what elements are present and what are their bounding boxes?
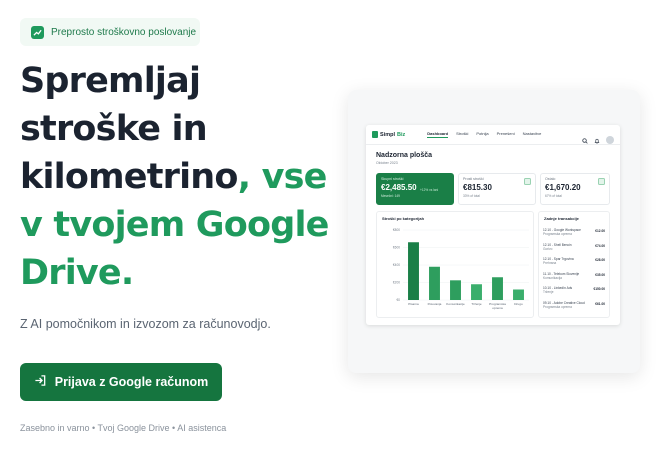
stat-card-total[interactable]: Skupni stroški €2,485.50 +12% vs lani Me…	[376, 173, 454, 205]
transaction-row[interactable]: 11.10 - Telekom Slovenije Komunikacija €35…	[543, 272, 605, 280]
y-tick-label: €600	[393, 246, 400, 250]
stat-change: +12% vs lani	[420, 188, 439, 192]
stat-card-free[interactable]: Prosti stroški €815.30 33% of total	[458, 173, 536, 205]
logo-text-accent: Biz	[396, 131, 406, 138]
stat-sub: Mesečni: 149	[381, 194, 400, 198]
stat-value: €2,485.50	[381, 183, 417, 192]
nav-item-dashboard[interactable]: Dashboard	[427, 131, 449, 138]
chart-bar[interactable]	[429, 266, 440, 300]
bell-icon[interactable]	[594, 131, 600, 149]
stat-sub: 67% of total	[545, 194, 562, 198]
hero-badge: Preprosto stroškovno poslovanje	[20, 18, 200, 46]
app-logo: Simpl Biz	[372, 131, 405, 138]
nav-item-potnija[interactable]: Potnija	[476, 131, 488, 138]
app-nav-icons	[582, 131, 614, 149]
x-tick-label: Drugo	[514, 302, 523, 306]
transaction-amount: €28.00	[595, 258, 605, 262]
stat-tag-icon	[524, 178, 531, 185]
transaction-row[interactable]: 09.10 - Adobe Creative Cloud Programska o…	[543, 301, 605, 309]
headline-line-3: kilometrino	[20, 157, 238, 197]
google-login-label: Prijava z Google računom	[54, 375, 209, 389]
badge-text: Preprosto stroškovno poslovanje	[51, 26, 197, 38]
headline-line-4: v tvojem Google	[20, 205, 329, 245]
chart-bar[interactable]	[450, 280, 461, 300]
stat-value: €815.30	[463, 183, 492, 192]
x-tick-label: Komunikacije	[446, 302, 465, 306]
x-tick-label: Potovanja	[428, 302, 442, 306]
page-date: Oktober 2023	[376, 161, 398, 165]
y-tick-label: €0	[396, 298, 400, 302]
y-tick-label: €400	[393, 263, 400, 267]
app-nav-items: Dashboard Stroški Potnija Prenešeni Nast…	[427, 131, 541, 138]
logo-mark-icon	[372, 131, 378, 138]
stat-tag-icon	[598, 178, 605, 185]
hero-subtitle: Z AI pomočnikom in izvozom za računovodj…	[20, 317, 271, 331]
transaction-amount: €12.00	[595, 229, 605, 233]
category-chart-panel: Stroški po kategorijah €800 €600 €400 €200 €…	[376, 211, 534, 318]
nav-item-nastavitve[interactable]: Nastavitve	[523, 131, 542, 138]
stat-sub: 33% of total	[463, 194, 480, 198]
page-title: Nadzorna plošča	[376, 152, 433, 159]
headline-line-3-green: , vse	[237, 157, 328, 197]
google-login-button[interactable]: Prijava z Google računom	[20, 363, 222, 401]
transaction-amount: €35.00	[595, 272, 605, 277]
sign-in-icon	[34, 374, 47, 390]
x-tick-label: oprema	[492, 306, 503, 310]
dashboard-preview: Simpl Biz Dashboard Stroški Potnija Prene…	[366, 125, 620, 325]
hero-footnote: Zasebno in varno • Tvoj Google Drive • A…	[20, 423, 227, 433]
nav-item-preneseni[interactable]: Prenešeni	[497, 131, 515, 138]
transaction-amount: €61.00	[595, 301, 605, 306]
chart-bar[interactable]	[471, 284, 482, 300]
transaction-amount: €150.00	[593, 287, 605, 291]
category-bar-chart: €800 €600 €400 €200 €0 Pisarna Potovanja Komuni…	[393, 228, 529, 310]
logo-text: Simpl	[380, 131, 395, 138]
x-tick-label: Trženje	[471, 302, 481, 306]
search-icon[interactable]	[582, 131, 588, 149]
chart-bar[interactable]	[513, 289, 524, 301]
transaction-row[interactable]: 12.10 - Google Workspace Programska oprem…	[543, 228, 605, 236]
hero-headline: Spremljaj stroške in kilometrino, vse v …	[20, 57, 350, 297]
transactions-panel: Zadnje transakcije 12.10 - Google Worksp…	[538, 211, 610, 318]
y-tick-label: €200	[393, 281, 400, 285]
headline-line-5: Drive.	[20, 253, 134, 293]
headline-line-1: Spremljaj	[20, 61, 201, 101]
chart-bar[interactable]	[408, 242, 419, 300]
stat-label: Prosti stroški	[463, 177, 484, 181]
transaction-amount: €74.00	[595, 243, 605, 248]
app-navbar: Simpl Biz Dashboard Stroški Potnija Prene…	[366, 125, 620, 145]
headline-line-2: stroške in	[20, 109, 208, 149]
stat-value: €1,670.20	[545, 183, 581, 192]
transaction-row[interactable]: 10.10 - LinkedIn Ads Trženje €150.00	[543, 286, 605, 294]
nav-item-stroski[interactable]: Stroški	[456, 131, 468, 138]
stat-label: Skupni stroški	[381, 177, 404, 181]
stat-label: Ostalo	[545, 177, 556, 181]
stat-card-other[interactable]: Ostalo €1,670.20 67% of total	[540, 173, 610, 205]
x-tick-label: Pisarna	[408, 302, 419, 306]
y-tick-label: €800	[393, 228, 400, 232]
chart-bar[interactable]	[492, 277, 503, 300]
avatar[interactable]	[606, 136, 614, 144]
trending-up-icon	[31, 25, 44, 39]
transaction-row[interactable]: 12.10 - Spar Trgovina Prehrana €28.00	[543, 257, 605, 265]
transaction-row[interactable]: 12.10 - Shell Bencin Gorivo €74.00	[543, 243, 605, 251]
transactions-title: Zadnje transakcije	[544, 216, 579, 221]
